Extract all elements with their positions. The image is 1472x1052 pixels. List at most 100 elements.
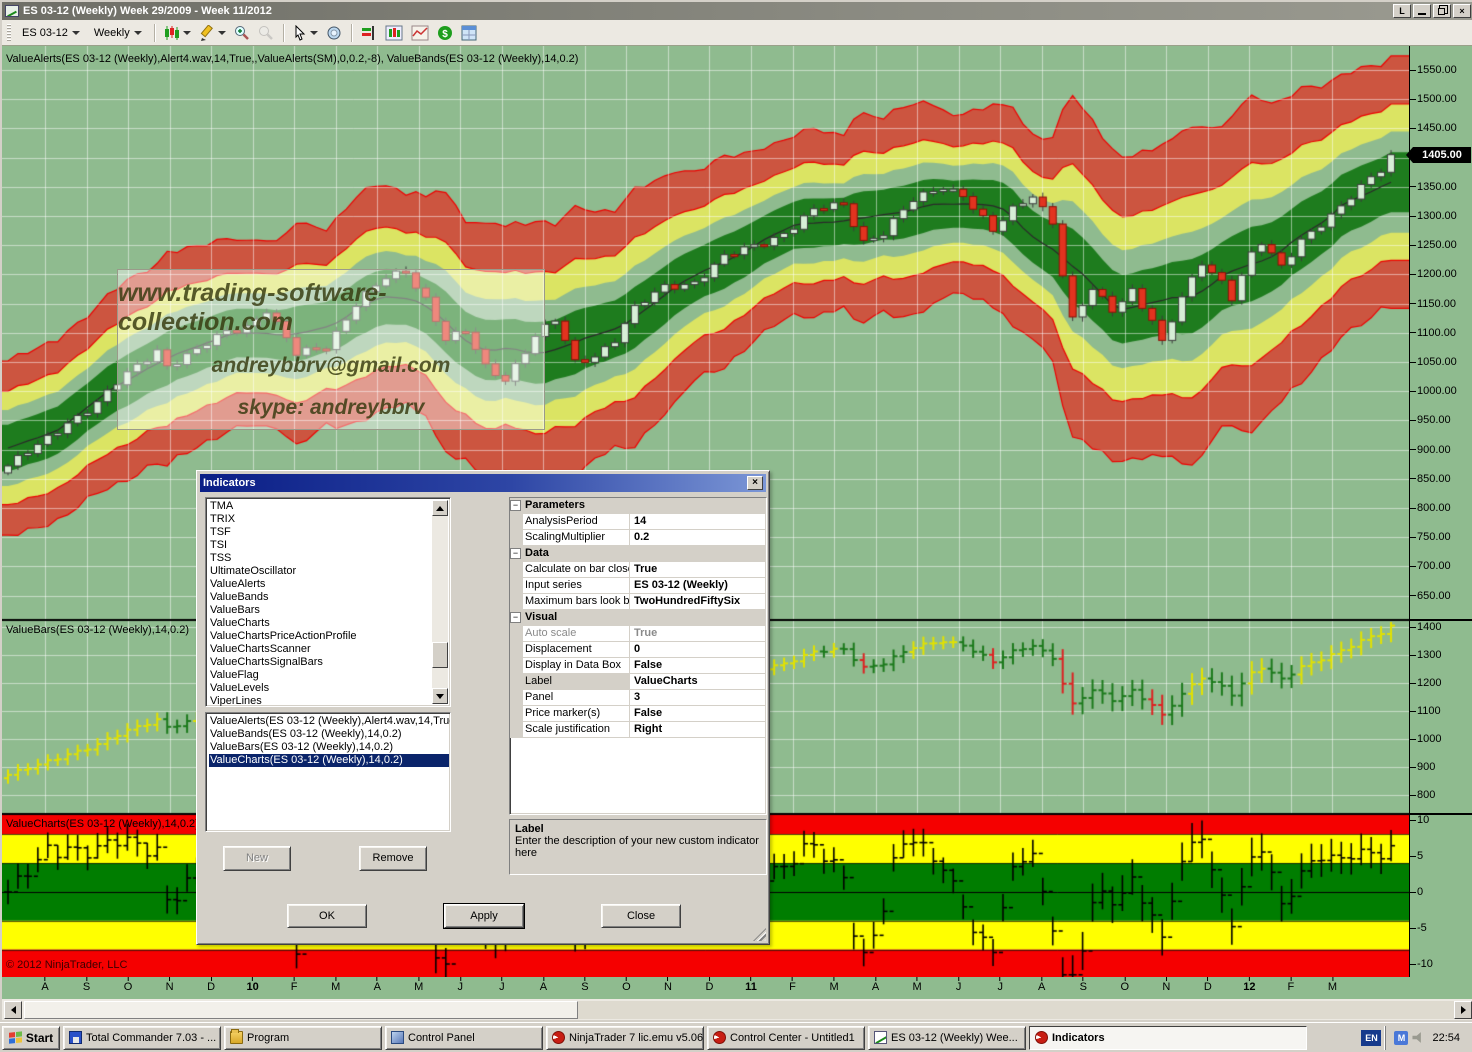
scroll-up-button[interactable]: [432, 500, 448, 516]
start-button[interactable]: Start: [2, 1026, 60, 1050]
scrollbar-thumb[interactable]: [24, 1001, 578, 1019]
property-row[interactable]: Calculate on bar close True: [510, 562, 766, 578]
list-item[interactable]: ValueChartsSignalBars: [209, 656, 449, 669]
property-value[interactable]: ValueCharts: [630, 674, 766, 689]
window-titlebar[interactable]: ES 03-12 (Weekly) Week 29/2009 - Week 11…: [2, 2, 1472, 20]
cursor-tool-button[interactable]: [289, 23, 322, 43]
price-axis[interactable]: 1550.001500.001450.001400.001350.001300.…: [1409, 46, 1472, 977]
property-value[interactable]: True: [630, 626, 766, 641]
taskbar-button[interactable]: Program: [224, 1026, 382, 1050]
property-row[interactable]: Price marker(s) False: [510, 706, 766, 722]
custom-l-button[interactable]: L: [1393, 4, 1411, 18]
instrument-selector[interactable]: ES 03-12: [15, 24, 87, 42]
property-value[interactable]: 0: [630, 642, 766, 657]
period-selector[interactable]: Weekly: [87, 24, 149, 42]
property-value[interactable]: 14: [630, 514, 766, 529]
taskbar-button[interactable]: ES 03-12 (Weekly) Wee...: [868, 1026, 1026, 1050]
property-row[interactable]: Maximum bars look ba TwoHundredFiftySix: [510, 594, 766, 610]
property-row[interactable]: Displacement 0: [510, 642, 766, 658]
property-value[interactable]: True: [630, 562, 766, 577]
list-item[interactable]: ValueFlag: [209, 669, 449, 682]
scroll-right-button[interactable]: [1454, 1001, 1472, 1019]
scroll-left-button[interactable]: [4, 1001, 22, 1019]
resize-grip[interactable]: [753, 928, 766, 941]
group-collapse-box[interactable]: [510, 642, 523, 657]
list-item[interactable]: TSF: [209, 526, 449, 539]
list-item[interactable]: ValueBars: [209, 604, 449, 617]
list-item[interactable]: ValueChartsPriceActionProfile: [209, 630, 449, 643]
property-row[interactable]: Scale justification Right: [510, 722, 766, 738]
taskbar-button[interactable]: Indicators: [1029, 1026, 1307, 1050]
time-axis[interactable]: ASOND10FMAMJJASOND11FMAMJJASOND12FM: [2, 977, 1472, 998]
configured-indicators-list[interactable]: ValueAlerts(ES 03-12 (Weekly),Alert4.wav…: [205, 712, 451, 832]
scrollbar-track[interactable]: [578, 1001, 1456, 1019]
property-value[interactable]: Right: [630, 722, 766, 737]
group-collapse-box[interactable]: [510, 594, 523, 609]
property-row[interactable]: Data: [510, 546, 766, 562]
group-collapse-box[interactable]: [510, 706, 523, 721]
group-collapse-box[interactable]: [510, 546, 523, 561]
group-collapse-box[interactable]: [510, 498, 523, 513]
scroll-down-button[interactable]: [432, 688, 448, 704]
list-item[interactable]: TSI: [209, 539, 449, 552]
group-collapse-box[interactable]: [510, 610, 523, 625]
property-row[interactable]: Visual: [510, 610, 766, 626]
volume-icon[interactable]: [1412, 1032, 1424, 1044]
list-item[interactable]: ValueCharts(ES 03-12 (Weekly),14,0.2): [209, 754, 449, 767]
close-dialog-button[interactable]: Close: [601, 904, 681, 928]
property-row[interactable]: ScalingMultiplier 0.2: [510, 530, 766, 546]
ok-button[interactable]: OK: [287, 904, 367, 928]
language-indicator[interactable]: EN: [1361, 1030, 1381, 1046]
toolbar-grip[interactable]: [7, 24, 11, 42]
zoom-in-button[interactable]: [230, 23, 254, 43]
group-collapse-box[interactable]: [510, 690, 523, 705]
draw-tool-button[interactable]: [195, 23, 230, 43]
group-collapse-box[interactable]: [510, 658, 523, 673]
list-item[interactable]: TSS: [209, 552, 449, 565]
group-collapse-box[interactable]: [510, 562, 523, 577]
property-grid[interactable]: Parameters AnalysisPeriod 14 ScalingMult…: [509, 497, 767, 815]
taskbar-button[interactable]: Total Commander 7.03 - ...: [63, 1026, 221, 1050]
property-value[interactable]: False: [630, 706, 766, 721]
property-value[interactable]: TwoHundredFiftySix: [630, 594, 766, 609]
property-row[interactable]: Input series ES 03-12 (Weekly): [510, 578, 766, 594]
overlay-button[interactable]: [407, 23, 433, 43]
list-item[interactable]: ValueCharts: [209, 617, 449, 630]
group-collapse-box[interactable]: [510, 674, 523, 689]
list-item[interactable]: ValueBands: [209, 591, 449, 604]
group-collapse-box[interactable]: [510, 530, 523, 545]
group-collapse-box[interactable]: [510, 626, 523, 641]
property-row[interactable]: Label ValueCharts: [510, 674, 766, 690]
clock[interactable]: 22:54: [1428, 1032, 1464, 1044]
account-button[interactable]: $: [433, 23, 457, 43]
dialog-titlebar[interactable]: Indicators ×: [200, 474, 766, 492]
chart-style-button[interactable]: [160, 23, 195, 43]
apply-button[interactable]: Apply: [444, 904, 524, 928]
property-row[interactable]: AnalysisPeriod 14: [510, 514, 766, 530]
property-value[interactable]: False: [630, 658, 766, 673]
list-item[interactable]: ValueBands(ES 03-12 (Weekly),14,0.2): [209, 728, 449, 741]
group-collapse-box[interactable]: [510, 722, 523, 737]
group-collapse-box[interactable]: [510, 578, 523, 593]
taskbar-button[interactable]: Control Panel: [385, 1026, 543, 1050]
chart-panel-button[interactable]: [381, 23, 407, 43]
property-value[interactable]: 3: [630, 690, 766, 705]
list-item[interactable]: ValueAlerts(ES 03-12 (Weekly),Alert4.wav…: [209, 715, 449, 728]
magnifier-button[interactable]: [322, 23, 346, 43]
data-series-button[interactable]: [357, 23, 381, 43]
tray-app-icon[interactable]: M: [1394, 1031, 1408, 1045]
scrollbar-thumb[interactable]: [432, 642, 448, 668]
property-value[interactable]: 0.2: [630, 530, 766, 545]
taskbar-button[interactable]: NinjaTrader 7 lic.emu v5.06: [546, 1026, 704, 1050]
property-row[interactable]: Display in Data Box False: [510, 658, 766, 674]
dialog-close-button[interactable]: ×: [747, 476, 763, 490]
list-item[interactable]: UltimateOscillator: [209, 565, 449, 578]
list-item[interactable]: ValueChartsScanner: [209, 643, 449, 656]
list-item[interactable]: TRIX: [209, 513, 449, 526]
minimize-button[interactable]: [1413, 4, 1431, 18]
available-indicators-list[interactable]: TMATRIXTSFTSITSSUltimateOscillatorValueA…: [205, 497, 451, 707]
close-button[interactable]: ×: [1453, 4, 1471, 18]
group-collapse-box[interactable]: [510, 514, 523, 529]
list-item[interactable]: ViperLines: [209, 695, 449, 707]
list-item[interactable]: ValueBars(ES 03-12 (Weekly),14,0.2): [209, 741, 449, 754]
